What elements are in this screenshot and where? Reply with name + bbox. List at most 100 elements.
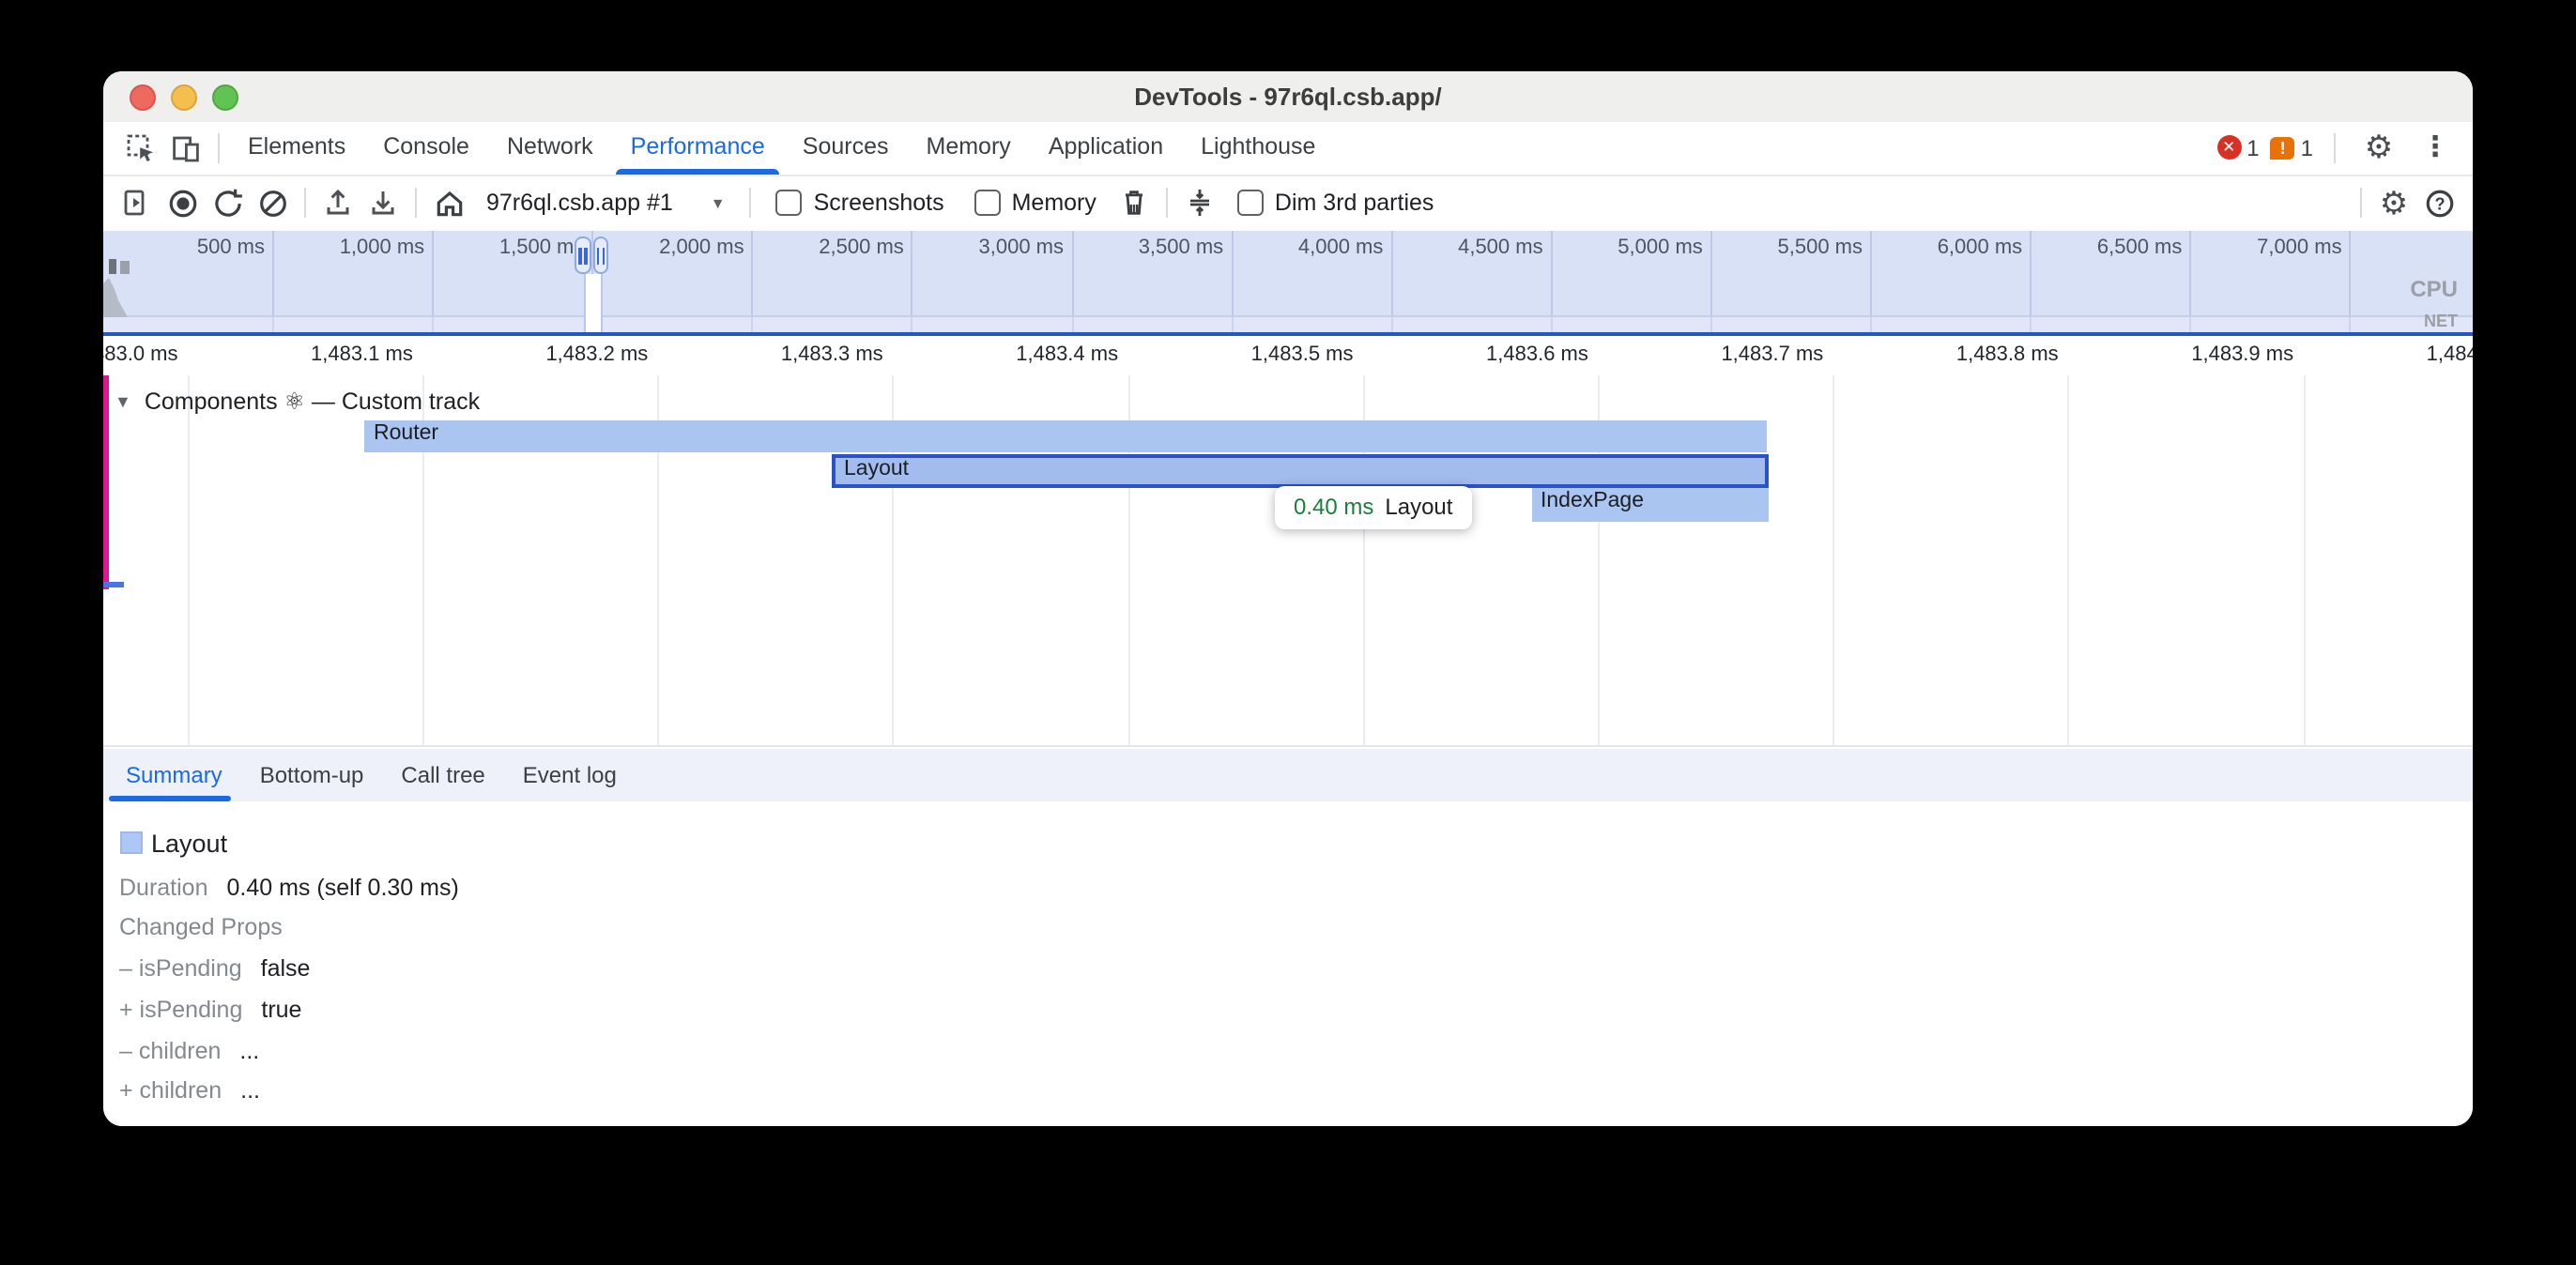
record-button[interactable] — [160, 180, 205, 225]
tab-application[interactable]: Application — [1030, 120, 1182, 175]
flame-chart-area[interactable]: ▼ Components ⚛ — Custom track RouterLayo… — [103, 336, 2473, 747]
overview-tick: 5,500 ms — [1778, 236, 1871, 258]
overview-tick: 4,500 ms — [1458, 236, 1551, 258]
event-color-swatch — [119, 831, 143, 855]
screenshots-checkbox[interactable]: Screenshots — [776, 190, 944, 216]
issues-badge[interactable]: ! 1 — [2271, 134, 2313, 160]
overview-tick: 1,000 ms — [340, 236, 433, 258]
memory-checkbox[interactable]: Memory — [974, 190, 1096, 216]
garbage-collect-icon — [1119, 188, 1149, 218]
checkbox-icon — [974, 190, 1001, 216]
components-track-header[interactable]: ▼ Components ⚛ — Custom track — [115, 387, 480, 415]
flame-gridline — [893, 336, 895, 745]
load-profile-button[interactable] — [315, 180, 360, 225]
issues-icon: ! — [2271, 136, 2295, 159]
flame-bar-router[interactable]: Router — [364, 420, 1767, 452]
close-window-button[interactable] — [130, 84, 156, 111]
overview-tick: 3,000 ms — [979, 236, 1072, 258]
summary-row-label: + children — [119, 1078, 222, 1105]
zoom-window-button[interactable] — [212, 84, 238, 111]
summary-row: Duration0.40 ms (self 0.30 ms) — [119, 868, 2454, 909]
tab-call-tree[interactable]: Call tree — [382, 748, 503, 800]
summary-row-value: ... — [240, 1078, 260, 1105]
timeline-overview[interactable]: 500 ms1,000 ms1,500 ms2,000 ms2,500 ms3,… — [103, 230, 2473, 331]
tab-memory[interactable]: Memory — [908, 120, 1030, 175]
ruler-tick: 1,483.5 ms — [1251, 343, 1363, 366]
components-track-title: Components ⚛ — Custom track — [145, 387, 480, 415]
summary-row: + isPendingtrue — [119, 991, 2454, 1032]
summary-row-value: ... — [239, 1037, 259, 1063]
tooltip-name: Layout — [1385, 494, 1452, 520]
minimize-window-button[interactable] — [171, 84, 197, 111]
kebab-menu-icon: ⋮ — [2421, 133, 2449, 161]
left-panel-icon — [122, 188, 152, 218]
summary-row: Changed Props — [119, 909, 2454, 951]
error-badge[interactable]: ✕ 1 — [2216, 134, 2259, 160]
selection-handle-right[interactable] — [592, 236, 608, 274]
summary-row-value: 0.40 ms (self 0.30 ms) — [227, 874, 459, 900]
ruler-tick: 1,483.2 ms — [545, 343, 657, 366]
selection-window[interactable] — [583, 274, 602, 331]
tab-lighthouse[interactable]: Lighthouse — [1182, 120, 1334, 175]
flame-tooltip: 0.40 ms Layout — [1275, 485, 1471, 528]
tab-performance[interactable]: Performance — [612, 120, 784, 175]
checkbox-icon — [776, 190, 803, 216]
inspect-element-button[interactable] — [118, 125, 163, 170]
error-count: 1 — [2246, 134, 2259, 160]
divider — [218, 132, 220, 162]
tab-summary[interactable]: Summary — [107, 748, 241, 800]
tab-elements[interactable]: Elements — [229, 120, 364, 175]
flame-bar-layout[interactable]: Layout — [831, 454, 1769, 488]
dim-3rd-parties-checkbox[interactable]: Dim 3rd parties — [1237, 190, 1434, 216]
flame-bar-indexpage[interactable]: IndexPage — [1531, 488, 1769, 522]
overview-tick: 7,000 ms — [2257, 236, 2350, 258]
tab-event-log[interactable]: Event log — [504, 748, 636, 800]
scroll-dash-bottom — [103, 582, 124, 587]
home-icon — [433, 187, 465, 219]
record-and-reload-button[interactable] — [205, 180, 250, 225]
ruler-tick: 1,483.3 ms — [781, 343, 893, 366]
cpu-activity-chart — [103, 266, 133, 316]
toggle-device-toolbar-button[interactable] — [163, 125, 208, 170]
download-icon — [368, 188, 398, 218]
target-selector[interactable]: 97r6ql.csb.app #1 ▼ — [471, 190, 741, 216]
collapse-flame-button[interactable] — [1177, 180, 1222, 225]
tab-sources[interactable]: Sources — [784, 120, 908, 175]
summary-row-label: – isPending — [119, 955, 242, 982]
summary-row: – children... — [119, 1031, 2454, 1073]
selection-handle-left[interactable] — [575, 236, 590, 274]
ruler-tick: 1,483.4 ms — [1016, 343, 1127, 366]
tab-network[interactable]: Network — [488, 120, 612, 175]
ruler-tick: 1,483.7 ms — [1721, 343, 1832, 366]
tab-bottom-up[interactable]: Bottom-up — [241, 748, 383, 800]
chevron-down-icon: ▼ — [711, 194, 726, 211]
flame-gridline — [2303, 336, 2305, 745]
help-button[interactable]: ? — [2416, 180, 2461, 225]
overview-tick: 6,000 ms — [1938, 236, 2031, 258]
gear-icon: ⚙ — [2380, 187, 2409, 219]
divider — [304, 188, 306, 218]
ruler-tick: 1,483.1 ms — [311, 343, 422, 366]
collect-garbage-button[interactable] — [1112, 180, 1157, 225]
devtools-settings-button[interactable]: ⚙ — [2356, 125, 2401, 170]
capture-settings-button[interactable]: ⚙ — [2371, 180, 2416, 225]
save-profile-button[interactable] — [360, 180, 406, 225]
flame-gridline — [1832, 336, 1834, 745]
devtools-tab-bar: ElementsConsoleNetworkPerformanceSources… — [103, 121, 2473, 175]
summary-row-value: false — [261, 955, 311, 982]
screenshot-strip-fragment — [120, 260, 130, 273]
error-icon: ✕ — [2216, 135, 2241, 160]
svg-text:?: ? — [2433, 193, 2444, 212]
devtools-menu-button[interactable]: ⋮ — [2413, 125, 2458, 170]
live-metrics-button[interactable] — [426, 180, 471, 225]
toggle-sidebar-button[interactable] — [115, 180, 160, 225]
overview-tick: 500 ms — [197, 236, 272, 258]
devtools-window: DevTools - 97r6ql.csb.app/ — [103, 70, 2473, 1126]
details-tab-bar: SummaryBottom-upCall treeEvent log — [103, 748, 2473, 800]
clear-button[interactable] — [250, 180, 295, 225]
tab-bar-right: ✕ 1 ! 1 ⚙ ⋮ — [2216, 125, 2458, 170]
divider — [750, 188, 752, 218]
tab-console[interactable]: Console — [364, 120, 488, 175]
overview-tick: 6,500 ms — [2097, 236, 2190, 258]
panel-tabs: ElementsConsoleNetworkPerformanceSources… — [229, 120, 1334, 175]
